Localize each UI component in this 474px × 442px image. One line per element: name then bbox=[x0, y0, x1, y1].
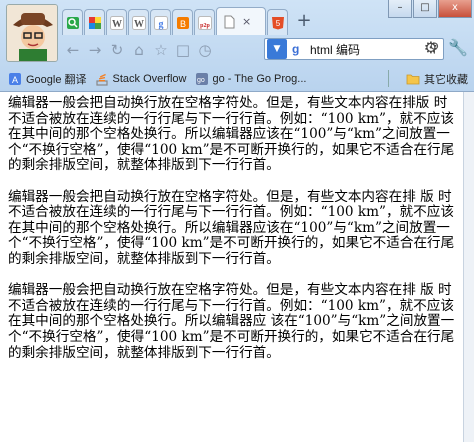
tab-4[interactable]: W bbox=[128, 9, 149, 35]
back-button[interactable]: ← bbox=[62, 39, 84, 61]
tab-strip: W Wg Bp2p × 5 + bbox=[62, 5, 315, 35]
paragraph: 编辑器一般会把自动换行放在空格字符处。但是，有些文本内容在排 版 时不适合被放在… bbox=[8, 188, 455, 267]
bookmark-star-button[interactable]: ☆ bbox=[150, 39, 172, 61]
green-search-icon bbox=[66, 16, 79, 29]
google-icon: g bbox=[153, 15, 168, 30]
vertical-scrollbar[interactable] bbox=[463, 92, 474, 442]
colorful-grid-icon bbox=[88, 16, 101, 29]
back-arrow-icon: ← bbox=[66, 41, 80, 59]
p2p-icon: p2p bbox=[197, 15, 212, 30]
other-bookmarks-folder[interactable]: 其它收藏 bbox=[406, 71, 468, 87]
svg-text:W: W bbox=[134, 19, 144, 30]
tab-8[interactable]: × bbox=[216, 7, 266, 35]
tab-1[interactable] bbox=[62, 9, 83, 35]
svg-text:5: 5 bbox=[275, 19, 280, 28]
clock-button[interactable]: ◷ bbox=[194, 39, 216, 61]
page-button[interactable]: □ bbox=[172, 39, 194, 61]
tab-6[interactable]: B bbox=[172, 9, 193, 35]
bookmark-stack-overflow[interactable]: Stack Overflow bbox=[95, 72, 187, 86]
google-translate-icon: A bbox=[9, 72, 21, 85]
svg-text:p2p: p2p bbox=[200, 23, 210, 29]
w-icon: W bbox=[109, 15, 124, 30]
profile-avatar[interactable] bbox=[6, 4, 58, 62]
svg-text:A: A bbox=[12, 75, 18, 85]
reload-icon: ↻ bbox=[110, 41, 124, 59]
tab-9[interactable]: 5 bbox=[267, 9, 288, 35]
document-icon bbox=[224, 15, 235, 28]
bookmarks-bar: A Google 翻译 Stack Overflow go go - The G… bbox=[0, 66, 474, 91]
bookmark-google-translate[interactable]: A Google 翻译 bbox=[8, 71, 87, 87]
minimize-button[interactable]: – bbox=[388, 0, 412, 18]
tab-5[interactable]: g bbox=[150, 9, 171, 35]
omnibox-dropdown-button[interactable]: ▼ bbox=[267, 39, 287, 59]
tab-7[interactable]: p2p bbox=[194, 9, 215, 35]
star-icon: ☆ bbox=[154, 41, 168, 59]
new-tab-button[interactable]: + bbox=[293, 11, 315, 33]
svg-text:go: go bbox=[197, 77, 205, 84]
stack-overflow-icon bbox=[95, 73, 108, 86]
home-icon: ⌂ bbox=[134, 41, 144, 59]
paragraph: 编辑器一般会把自动换行放在空格字符处。但是，有些文本内容在排版 时不适合被放在连… bbox=[8, 95, 455, 174]
google-icon: g bbox=[292, 42, 300, 56]
go-icon: go bbox=[195, 72, 208, 85]
bookmark-label: go - The Go Prog... bbox=[212, 72, 307, 85]
reload-button[interactable]: ↻ bbox=[106, 39, 128, 61]
forward-arrow-icon: → bbox=[88, 41, 102, 59]
w-icon: W bbox=[131, 15, 146, 30]
navigation-bar: ← → ↻ ⌂ ☆ □ ◷ ▼ g html 编码 ⚲ ⚙ 🔧 bbox=[62, 36, 472, 64]
omnibox[interactable]: ▼ g html 编码 ⚲ bbox=[264, 38, 444, 60]
bookmark-label: Google 翻译 bbox=[26, 73, 87, 86]
browser-chrome: W Wg Bp2p × 5 + – □ x ← → ↻ ⌂ ☆ □ ◷ ▼ g html … bbox=[0, 0, 474, 92]
home-button[interactable]: ⌂ bbox=[128, 39, 150, 61]
gear-icon[interactable]: ⚙ bbox=[424, 38, 438, 57]
page-icon: □ bbox=[175, 41, 191, 59]
toolbar-right: ⚙ 🔧 bbox=[424, 38, 468, 57]
svg-text:B: B bbox=[179, 19, 185, 29]
tab-2[interactable] bbox=[84, 9, 105, 35]
chevron-down-icon: ▼ bbox=[273, 44, 281, 54]
maximize-button[interactable]: □ bbox=[413, 0, 437, 18]
folder-label: 其它收藏 bbox=[424, 73, 468, 86]
bookmark-go[interactable]: go go - The Go Prog... bbox=[195, 72, 307, 86]
forward-button[interactable]: → bbox=[84, 39, 106, 61]
tab-close-icon[interactable]: × bbox=[242, 16, 251, 27]
blogger-icon: B bbox=[176, 16, 189, 29]
avatar-image bbox=[7, 5, 57, 61]
close-window-button[interactable]: x bbox=[438, 0, 472, 18]
page-content: 编辑器一般会把自动换行放在空格字符处。但是，有些文本内容在排版 时不适合被放在连… bbox=[0, 92, 463, 442]
folder-icon bbox=[406, 74, 420, 84]
bookmark-label: Stack Overflow bbox=[112, 72, 187, 85]
window-controls: – □ x bbox=[388, 0, 472, 18]
bookmarks-divider bbox=[388, 70, 389, 87]
wrench-icon[interactable]: 🔧 bbox=[448, 38, 468, 57]
paragraph: 编辑器一般会把自动换行放在空格字符处。但是，有些文本内容在排 版 时不适合被放在… bbox=[8, 282, 455, 361]
svg-text:g: g bbox=[158, 19, 163, 30]
clock-icon: ◷ bbox=[198, 41, 212, 59]
html5-icon: 5 bbox=[271, 16, 284, 29]
svg-text:W: W bbox=[112, 19, 122, 30]
omnibox-text[interactable]: html 编码 bbox=[310, 41, 360, 58]
tab-3[interactable]: W bbox=[106, 9, 127, 35]
